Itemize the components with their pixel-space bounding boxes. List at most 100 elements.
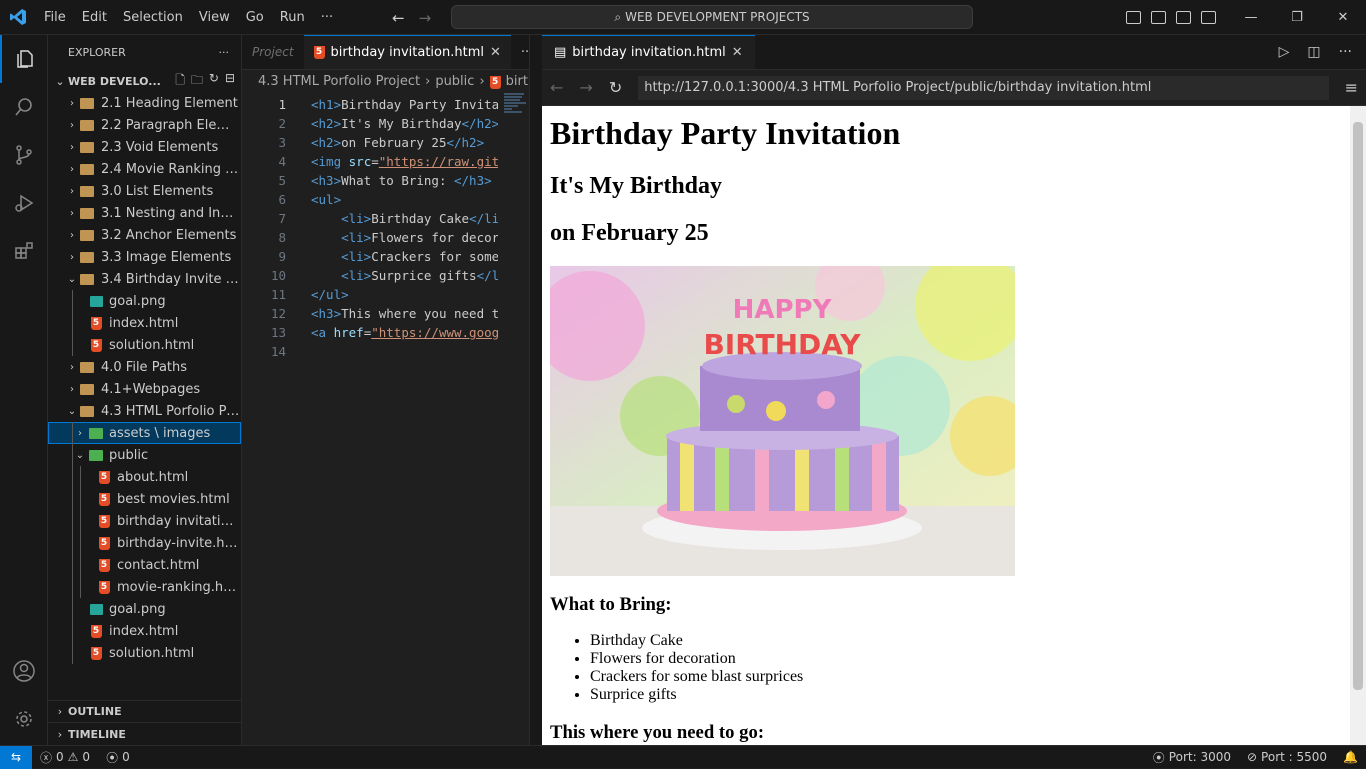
menu-item[interactable]: Edit: [74, 0, 115, 35]
tree-folder[interactable]: ⌄ 4.3 HTML Porfolio Proj...: [48, 400, 241, 422]
search-icon[interactable]: [0, 83, 48, 131]
run-icon[interactable]: ▷: [1279, 44, 1290, 60]
menu-item[interactable]: Go: [238, 0, 272, 35]
close-tab-icon[interactable]: ✕: [732, 45, 743, 60]
tree-file[interactable]: 5 solution.html: [48, 642, 241, 664]
forward-arrow-icon[interactable]: →: [579, 78, 592, 97]
code-line[interactable]: <li>Crackers for some blast: [311, 247, 498, 266]
code-line[interactable]: <h1>Birthday Party Invitation: [311, 95, 498, 114]
tree-folder[interactable]: › 2.3 Void Elements: [48, 136, 241, 158]
code-line[interactable]: <li>Flowers for decoration: [311, 228, 498, 247]
tree-folder[interactable]: ⌄ 3.4 Birthday Invite Pro...: [48, 268, 241, 290]
new-file-icon[interactable]: 🗋: [175, 71, 185, 92]
tab-birthday-invitation[interactable]: 5 birthday invitation.html ✕: [303, 35, 511, 69]
code-line[interactable]: <img src="https://raw.githubusercontent: [311, 152, 498, 171]
tree-file[interactable]: 5 contact.html: [48, 554, 241, 576]
code-line[interactable]: <h2>on February 25</h2>: [311, 133, 498, 152]
command-center[interactable]: ⌕ WEB DEVELOPMENT PROJECTS: [451, 5, 973, 29]
tree-file[interactable]: 5 about.html: [48, 466, 241, 488]
scrollbar-thumb[interactable]: [1353, 122, 1363, 690]
toggle-primary-sidebar-icon[interactable]: [1126, 11, 1141, 24]
new-folder-icon[interactable]: 🗀: [191, 71, 203, 92]
code-line[interactable]: <h3>This where you need to go: [311, 304, 498, 323]
minimap[interactable]: [504, 92, 526, 122]
code-line[interactable]: [311, 342, 498, 361]
back-arrow-icon[interactable]: ←: [550, 78, 563, 97]
tree-folder[interactable]: › 3.0 List Elements: [48, 180, 241, 202]
code-line[interactable]: <h2>It's My Birthday</h2>: [311, 114, 498, 133]
tree-folder[interactable]: › assets \ images: [48, 422, 241, 444]
tree-folder[interactable]: › 4.1+Webpages: [48, 378, 241, 400]
code-line[interactable]: <li>Surprice gifts</li>: [311, 266, 498, 285]
tree-item-label: index.html: [109, 623, 179, 639]
tree-folder[interactable]: › 3.1 Nesting and Inden...: [48, 202, 241, 224]
tree-folder[interactable]: ⌄ public: [48, 444, 241, 466]
source-control-icon[interactable]: [0, 131, 48, 179]
tree-file[interactable]: goal.png: [48, 598, 241, 620]
page-scrollbar[interactable]: [1350, 106, 1366, 745]
menu-item[interactable]: Selection: [115, 0, 191, 35]
url-input[interactable]: http://127.0.0.1:3000/4.3 HTML Porfolio …: [638, 75, 1329, 100]
breadcrumb-item[interactable]: birthday: [506, 74, 529, 89]
breadcrumb-item[interactable]: public: [435, 74, 474, 89]
tree-file[interactable]: 5 movie-ranking.html: [48, 576, 241, 598]
tree-folder[interactable]: › 2.4 Movie Ranking Pr...: [48, 158, 241, 180]
explorer-icon[interactable]: [0, 35, 48, 83]
toggle-panel-icon[interactable]: [1151, 11, 1166, 24]
code-area[interactable]: 1<h1>Birthday Party Invitation2<h2>It's …: [242, 92, 529, 712]
menu-item[interactable]: Run: [272, 0, 313, 35]
collapse-all-icon[interactable]: ⊟: [225, 71, 235, 92]
breadcrumb-item[interactable]: 4.3 HTML Porfolio Project: [258, 74, 420, 89]
toggle-secondary-sidebar-icon[interactable]: [1176, 11, 1191, 24]
notifications-bell-icon[interactable]: 🔔: [1335, 749, 1366, 766]
code-line[interactable]: <li>Birthday Cake</li>: [311, 209, 498, 228]
tree-file[interactable]: 5 birthday invitation....: [48, 510, 241, 532]
split-editor-icon[interactable]: ◫: [1307, 44, 1320, 60]
tree-folder[interactable]: › 3.3 Image Elements: [48, 246, 241, 268]
tree-folder[interactable]: › 3.2 Anchor Elements: [48, 224, 241, 246]
run-debug-icon[interactable]: [0, 179, 48, 227]
menu-item[interactable]: View: [191, 0, 238, 35]
forward-arrow-icon[interactable]: →: [419, 9, 432, 27]
code-line[interactable]: <h3>What to Bring: </h3>: [311, 171, 498, 190]
ports-indicator[interactable]: ⦿ 0: [98, 749, 138, 766]
menu-item[interactable]: ···: [313, 0, 341, 35]
account-icon[interactable]: [0, 647, 48, 695]
back-arrow-icon[interactable]: ←: [392, 9, 405, 27]
close-tab-icon[interactable]: ✕: [490, 45, 501, 60]
remote-indicator-icon[interactable]: ⇆: [0, 745, 32, 769]
tree-file[interactable]: 5 index.html: [48, 312, 241, 334]
code-line[interactable]: <a href="https://www.google.com/maps: [311, 323, 498, 342]
workspace-section-header[interactable]: ⌄ WEB DEVELO... 🗋 🗀 ↻ ⊟: [48, 70, 241, 92]
minimize-icon[interactable]: —: [1228, 0, 1274, 35]
live-server-port-5500[interactable]: ⊘ Port : 5500: [1239, 749, 1335, 766]
refresh-icon[interactable]: ↻: [209, 71, 219, 92]
editor-split-gutter[interactable]: [529, 35, 542, 745]
tree-folder[interactable]: › 4.0 File Paths: [48, 356, 241, 378]
menu-icon[interactable]: ≡: [1345, 78, 1358, 97]
timeline-section-header[interactable]: › TIMELINE: [48, 723, 241, 745]
restore-icon[interactable]: ❐: [1274, 0, 1320, 35]
close-window-icon[interactable]: ✕: [1320, 0, 1366, 35]
customize-layout-icon[interactable]: [1201, 11, 1216, 24]
tree-folder[interactable]: › 2.1 Heading Element: [48, 92, 241, 114]
extensions-icon[interactable]: [0, 227, 48, 275]
tab-preview-birthday-invitation[interactable]: ▤ birthday invitation.html ✕: [542, 35, 755, 69]
reload-icon[interactable]: ↻: [609, 78, 622, 97]
tree-file[interactable]: 5 best movies.html: [48, 488, 241, 510]
settings-gear-icon[interactable]: [0, 695, 48, 743]
tree-folder[interactable]: › 2.2 Paragraph Element: [48, 114, 241, 136]
live-server-port-3000[interactable]: ⦿ Port: 3000: [1145, 749, 1239, 766]
tree-file[interactable]: 5 solution.html: [48, 334, 241, 356]
tree-file[interactable]: 5 index.html: [48, 620, 241, 642]
tab-project[interactable]: Project: [242, 35, 304, 69]
tree-file[interactable]: goal.png: [48, 290, 241, 312]
code-line[interactable]: </ul>: [311, 285, 498, 304]
explorer-more-icon[interactable]: ···: [219, 46, 230, 59]
outline-section-header[interactable]: › OUTLINE: [48, 701, 241, 723]
tree-file[interactable]: 5 birthday-invite.html: [48, 532, 241, 554]
more-actions-icon[interactable]: ···: [1339, 44, 1352, 60]
code-line[interactable]: <ul>: [311, 190, 498, 209]
problems-indicator[interactable]: ⓧ 0 ⚠ 0: [32, 749, 98, 766]
menu-item[interactable]: File: [36, 0, 74, 35]
